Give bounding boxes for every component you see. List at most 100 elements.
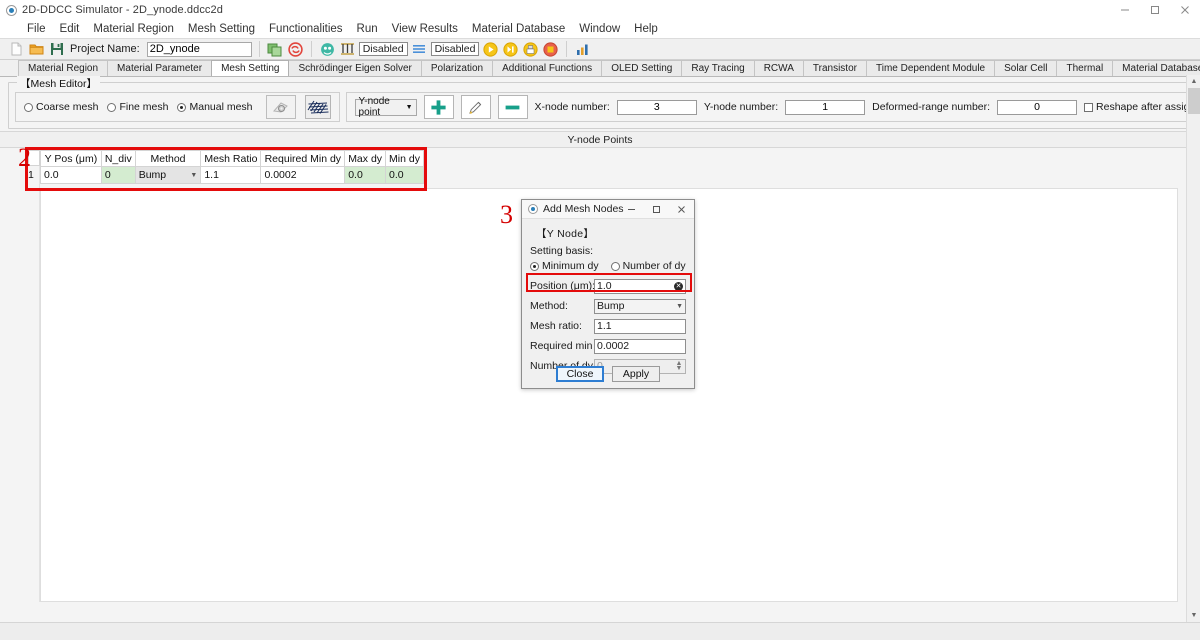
deformed-range-input[interactable] (997, 99, 1078, 115)
main-toolbar: Project Name: Disabled Disabled (0, 38, 1200, 60)
cell-min-dy[interactable]: 0.0 (385, 166, 424, 184)
copy-structure-icon[interactable] (267, 41, 284, 58)
scroll-up-arrow-icon[interactable]: ▲ (1187, 75, 1200, 88)
mesh-settings-icon[interactable] (265, 95, 296, 119)
toolbar-status-chip-2[interactable]: Disabled (430, 42, 480, 56)
minimize-button[interactable] (1110, 0, 1140, 20)
table-header-row: Y Pos (μm) N_div Method Mesh Ratio Requi… (40, 150, 424, 167)
node-controls-box: Y-node point ▼ X-node number: Y-node num… (345, 92, 1200, 122)
stop-icon[interactable] (542, 41, 559, 58)
run-step-icon[interactable] (502, 41, 519, 58)
radio-manual-mesh[interactable]: Manual mesh (177, 101, 253, 113)
tab-ray-tracing[interactable]: Ray Tracing (681, 60, 755, 76)
node-type-select[interactable]: Y-node point ▼ (354, 96, 417, 118)
new-file-icon[interactable] (8, 41, 25, 58)
tab-material-database[interactable]: Material Database (1112, 60, 1200, 76)
scroll-down-arrow-icon[interactable]: ▼ (1187, 609, 1200, 622)
position-input[interactable]: 1.0 ✕ (594, 278, 686, 294)
menu-file[interactable]: File (20, 22, 53, 36)
x-node-number-input[interactable] (616, 99, 697, 115)
tab-rcwa[interactable]: RCWA (753, 60, 804, 76)
cell-mesh-ratio[interactable]: 1.1 (200, 166, 262, 184)
menu-view-results[interactable]: View Results (385, 22, 465, 36)
reshape-checkbox[interactable]: Reshape after assigned (1084, 101, 1200, 113)
toolbar-separator-1 (258, 41, 260, 57)
edit-node-icon[interactable] (460, 95, 491, 119)
clear-icon[interactable]: ✕ (674, 281, 683, 291)
menu-run[interactable]: Run (350, 22, 385, 36)
cell-required-min-dy[interactable]: 0.0002 (260, 166, 346, 184)
tab-material-parameter[interactable]: Material Parameter (107, 60, 213, 76)
table-row[interactable]: 0.0 0 Bump ▼ 1.1 0.0002 0.0 0.0 (40, 166, 424, 184)
maximize-button[interactable] (1140, 0, 1170, 20)
tab-thermal[interactable]: Thermal (1056, 60, 1114, 76)
radio-minimum-dy[interactable]: Minimum dy (530, 260, 599, 272)
radio-coarse-mesh[interactable]: Coarse mesh (24, 101, 98, 113)
dialog-close-button[interactable] (669, 200, 694, 219)
col-required-min-dy[interactable]: Required Min dy (260, 150, 346, 167)
mesh-grid-icon[interactable] (304, 95, 331, 119)
open-folder-icon[interactable] (28, 41, 45, 58)
tab-transistor[interactable]: Transistor (802, 60, 867, 76)
save-icon[interactable] (48, 41, 65, 58)
tab-time-dependent-module[interactable]: Time Dependent Module (865, 60, 996, 76)
dialog-minimize-button[interactable] (619, 200, 644, 219)
menu-help[interactable]: Help (627, 22, 665, 36)
mesh-ratio-input[interactable]: 1.1 (594, 318, 686, 334)
list-icon[interactable] (411, 41, 428, 58)
tab-schrodinger-eigen-solver[interactable]: Schrödinger Eigen Solver (288, 60, 422, 76)
refresh-icon[interactable] (287, 41, 304, 58)
col-y-pos[interactable]: Y Pos (μm) (40, 150, 102, 167)
col-mesh-ratio[interactable]: Mesh Ratio (200, 150, 262, 167)
required-min-dy-field-row: Required min dy: 0.0002 (530, 337, 686, 355)
tab-additional-functions[interactable]: Additional Functions (492, 60, 603, 76)
project-name-input[interactable] (146, 41, 252, 57)
method-select[interactable]: Bump ▼ (594, 298, 686, 314)
menu-window[interactable]: Window (572, 22, 627, 36)
tab-solar-cell[interactable]: Solar Cell (994, 60, 1058, 76)
vertical-scrollbar[interactable]: ▲ ▼ (1186, 75, 1200, 622)
radio-number-of-dy[interactable]: Number of dy (610, 260, 686, 272)
menu-material-database[interactable]: Material Database (465, 22, 572, 36)
dialog-app-icon (528, 204, 538, 214)
dialog-window-controls (619, 200, 694, 219)
cell-n-div[interactable]: 0 (100, 166, 136, 184)
scrollbar-thumb[interactable] (1188, 88, 1200, 114)
tab-oled-setting[interactable]: OLED Setting (601, 60, 683, 76)
columns-icon[interactable] (339, 41, 356, 58)
radio-coarse-mesh-label: Coarse mesh (36, 101, 99, 113)
close-button[interactable] (1170, 0, 1200, 20)
dialog-title: Add Mesh Nodes (543, 203, 624, 215)
col-method[interactable]: Method (134, 150, 202, 167)
atom-icon[interactable] (319, 41, 336, 58)
dialog-maximize-button[interactable] (644, 200, 669, 219)
radio-fine-mesh[interactable]: Fine mesh (107, 101, 168, 113)
remove-node-icon[interactable] (497, 95, 528, 119)
menu-functionalities[interactable]: Functionalities (262, 22, 350, 36)
tab-polarization[interactable]: Polarization (420, 60, 494, 76)
col-max-dy[interactable]: Max dy (344, 150, 387, 167)
run-save-icon[interactable] (522, 41, 539, 58)
menu-edit[interactable]: Edit (53, 22, 87, 36)
reshape-checkbox-icon (1084, 102, 1094, 112)
dialog-apply-button[interactable]: Apply (612, 366, 660, 382)
dialog-close-action-button[interactable]: Close (556, 366, 604, 382)
cell-method[interactable]: Bump ▼ (134, 166, 202, 184)
cell-max-dy[interactable]: 0.0 (344, 166, 387, 184)
chart-icon[interactable] (574, 41, 591, 58)
window-controls (1110, 0, 1200, 20)
tab-mesh-setting[interactable]: Mesh Setting (211, 60, 290, 76)
add-node-icon[interactable] (423, 95, 454, 119)
cell-y-pos[interactable]: 0.0 (40, 166, 102, 184)
toolbar-status-chip-1[interactable]: Disabled (358, 42, 408, 56)
col-n-div[interactable]: N_div (100, 150, 136, 167)
menu-mesh-setting[interactable]: Mesh Setting (181, 22, 262, 36)
x-node-number-label: X-node number: (534, 101, 610, 113)
tab-material-region[interactable]: Material Region (18, 60, 109, 76)
menu-material-region[interactable]: Material Region (86, 22, 181, 36)
col-min-dy[interactable]: Min dy (385, 150, 424, 167)
required-min-dy-input[interactable]: 0.0002 (594, 338, 686, 354)
ynode-points-table[interactable]: Y Pos (μm) N_div Method Mesh Ratio Requi… (40, 150, 424, 184)
y-node-number-input[interactable] (785, 99, 866, 115)
run-icon[interactable] (482, 41, 499, 58)
